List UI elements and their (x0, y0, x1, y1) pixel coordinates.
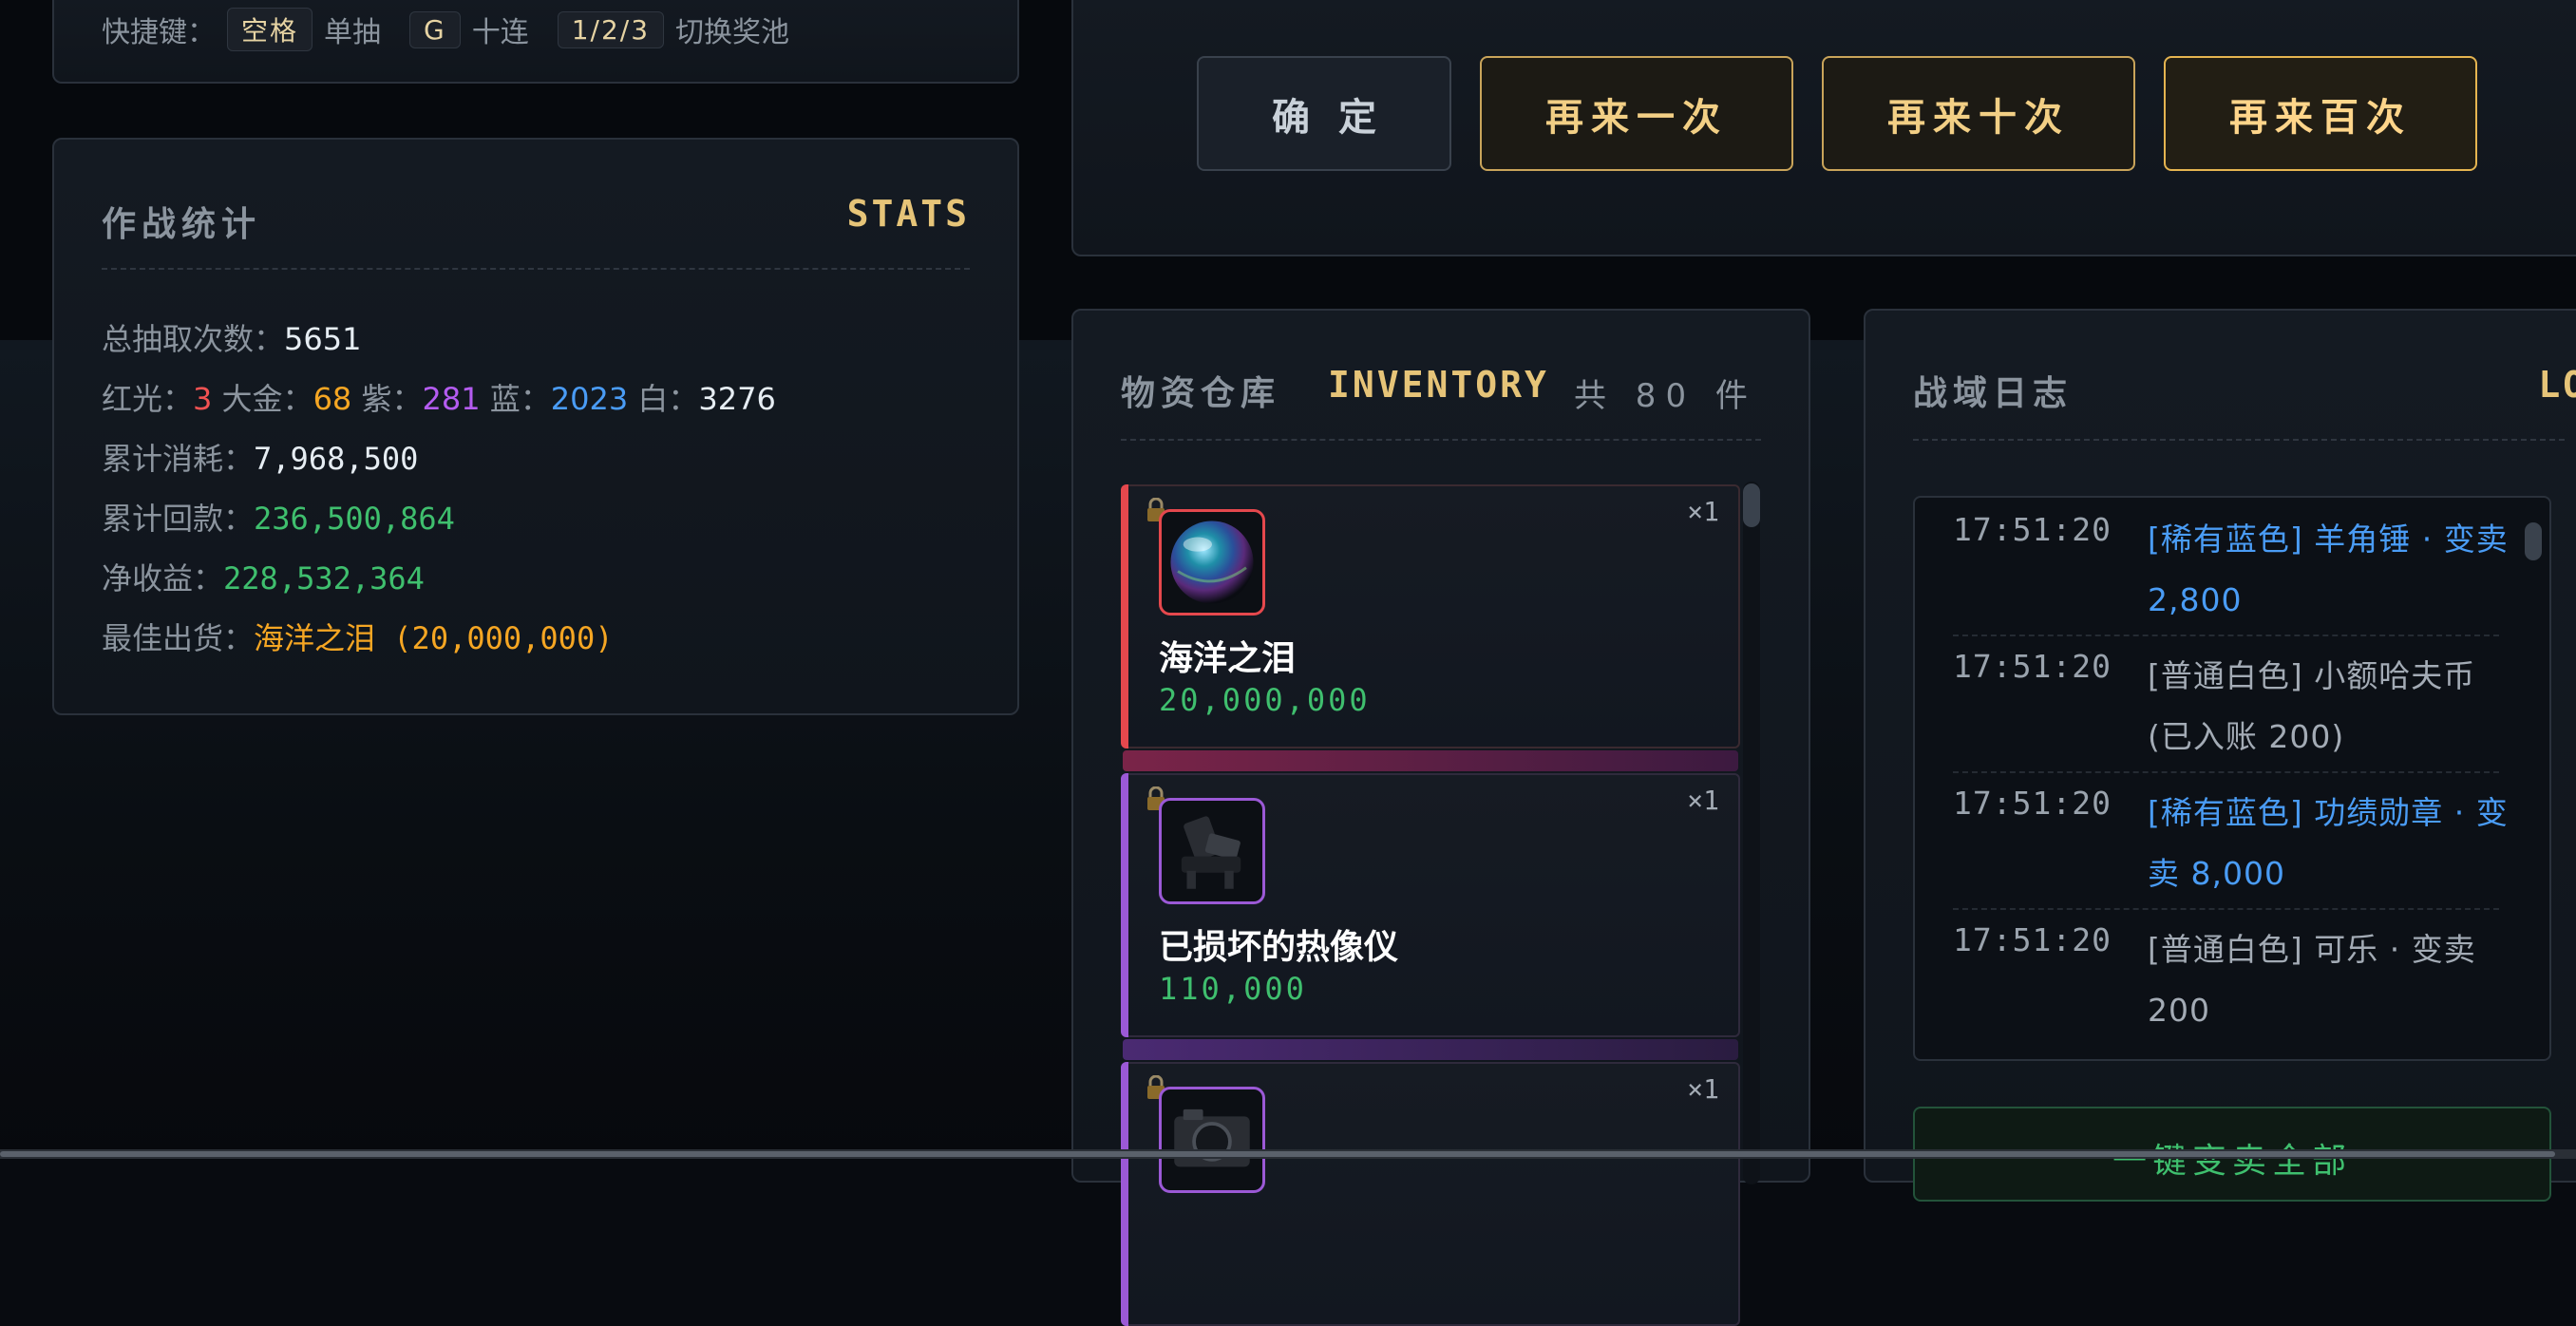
rarity-bar-purple (1121, 1062, 1128, 1326)
item-quantity: ×1 (1687, 496, 1719, 527)
log-text: [普通白色] 小额哈夫币 (已入账 200) (2148, 657, 2476, 755)
total-label: 总抽取次数： (102, 321, 285, 357)
best-value: 海洋之泪 (20,000,000) (254, 620, 614, 656)
key-pool: 1/2/3 (557, 10, 665, 48)
red-label: 红光： (102, 381, 194, 417)
gold-label: 大金： (221, 381, 313, 417)
cost-label: 累计消耗： (102, 441, 255, 477)
purple-value: 281 (422, 381, 481, 417)
inventory-divider (1121, 439, 1761, 441)
log-title: 战域日志 (1913, 374, 2074, 413)
stats-net-row: 净收益：228,532,364 (102, 555, 425, 598)
return-value: 236,500,864 (254, 501, 455, 537)
draw-hundred-button[interactable]: 再来百次 (2164, 56, 2477, 171)
log-time: 17:51:20 (1953, 511, 2112, 548)
stats-rarity-row: 红光：3 大金：68 紫：281 蓝：2023 白：3276 (102, 375, 776, 419)
confirm-button[interactable]: 确定 (1197, 56, 1451, 171)
inventory-title: 物资仓库 (1121, 374, 1281, 413)
inventory-item[interactable]: ×1 海洋之泪 20,000,000 (1121, 484, 1740, 771)
horizontal-scrollbar-thumb[interactable] (0, 1151, 2555, 1157)
inventory-scrollbar-thumb[interactable] (1743, 483, 1760, 527)
rarity-bar-purple (1121, 773, 1128, 1037)
stats-title: 作战统计 (102, 205, 262, 244)
stats-return-row: 累计回款：236,500,864 (102, 495, 455, 539)
stats-best-row: 最佳出货：海洋之泪 (20,000,000) (102, 615, 613, 658)
item-name: 已损坏的热像仪 (1159, 928, 1399, 967)
shortcuts-label: 快捷键： (102, 16, 216, 49)
log-panel: 战域日志 LOG 17:51:20 [稀有蓝色] 羊角锤 · 变卖 2,800 … (1864, 309, 2576, 1202)
actions-panel: 确定 再来一次 再来十次 再来百次 (1071, 0, 2576, 256)
log-entry: 17:51:20 [普通白色] 可乐 · 变卖 200 (1953, 908, 2499, 1045)
log-divider (1913, 439, 2565, 441)
shortcuts-panel: 快捷键： 空格 单抽 G 十连 1/2/3 切换奖池 (52, 0, 1019, 84)
log-time: 17:51:20 (1953, 648, 2112, 685)
log-entry: 17:51:20 [稀有蓝色] 羊角锤 · 变卖 2,800 (1953, 498, 2508, 636)
log-list[interactable]: 17:51:20 [稀有蓝色] 羊角锤 · 变卖 2,800 17:51:20 … (1913, 496, 2551, 1061)
purple-label: 紫： (361, 381, 423, 417)
log-entry: 17:51:20 [普通白色] 小额哈夫币 (已入账 200) (1953, 635, 2499, 773)
return-label: 累计回款： (102, 501, 255, 537)
white-label: 白： (637, 381, 699, 417)
rarity-bar-red (1121, 484, 1128, 748)
stats-tag: STATS (846, 193, 970, 235)
draw-once-button[interactable]: 再来一次 (1480, 56, 1793, 171)
inventory-tag: INVENTORY (1328, 364, 1549, 406)
inventory-count: 共 80 件 (1574, 377, 1757, 415)
total-value: 5651 (284, 321, 362, 357)
log-time: 17:51:20 (1953, 785, 2112, 822)
item-quantity: ×1 (1687, 785, 1719, 816)
thermal-imager-icon (1159, 798, 1265, 904)
net-label: 净收益： (102, 560, 224, 597)
log-text: [稀有蓝色] 功绩勋章 · 变卖 8,000 (2148, 794, 2509, 892)
white-value: 3276 (698, 381, 776, 417)
blue-value: 2023 (550, 381, 629, 417)
shortcuts-row: 快捷键： 空格 单抽 G 十连 1/2/3 切换奖池 (102, 8, 789, 51)
inventory-item[interactable]: ×1 已损坏的热像仪 110,000 (1121, 773, 1740, 1060)
log-entry: 17:51:20 [稀有蓝色] 功绩勋章 · 变卖 8,000 (1953, 771, 2508, 910)
cost-value: 7,968,500 (254, 441, 419, 477)
key-g: G (409, 10, 461, 48)
orb-icon (1159, 509, 1265, 616)
gold-value: 68 (313, 381, 352, 417)
pool-action: 切换奖池 (675, 16, 790, 49)
blue-label: 蓝： (489, 381, 551, 417)
key-space: 空格 (227, 8, 313, 51)
inventory-item[interactable]: ×1 (1121, 1062, 1740, 1326)
item-price: 110,000 (1159, 971, 1307, 1007)
red-value: 3 (193, 381, 213, 417)
item-quantity: ×1 (1687, 1073, 1719, 1105)
stats-divider (102, 268, 970, 270)
net-value: 228,532,364 (223, 560, 425, 597)
inventory-panel: 物资仓库 INVENTORY 共 80 件 ×1 海洋之泪 20,000,000… (1071, 309, 1810, 1326)
log-text: [普通白色] 可乐 · 变卖 200 (2148, 931, 2476, 1029)
log-scrollbar-thumb[interactable] (2525, 522, 2542, 560)
item-price: 20,000,000 (1159, 682, 1371, 718)
log-tag: LOG (2538, 364, 2576, 406)
g-action: 十连 (471, 16, 529, 49)
stats-cost-row: 累计消耗：7,968,500 (102, 435, 418, 479)
space-action: 单抽 (324, 16, 382, 49)
rarity-glow (1123, 1039, 1738, 1060)
stats-total-row: 总抽取次数：5651 (102, 315, 361, 359)
item-name: 海洋之泪 (1159, 639, 1297, 678)
inventory-scrollbar[interactable] (1743, 482, 1760, 1184)
stats-panel: 作战统计 STATS 总抽取次数：5651 红光：3 大金：68 紫：281 蓝… (52, 138, 1019, 715)
log-text: [稀有蓝色] 羊角锤 · 变卖 2,800 (2148, 521, 2509, 618)
draw-ten-button[interactable]: 再来十次 (1822, 56, 2135, 171)
log-time: 17:51:20 (1953, 921, 2112, 958)
best-label: 最佳出货： (102, 620, 255, 656)
camera-icon (1159, 1087, 1265, 1193)
rarity-glow (1123, 750, 1738, 771)
